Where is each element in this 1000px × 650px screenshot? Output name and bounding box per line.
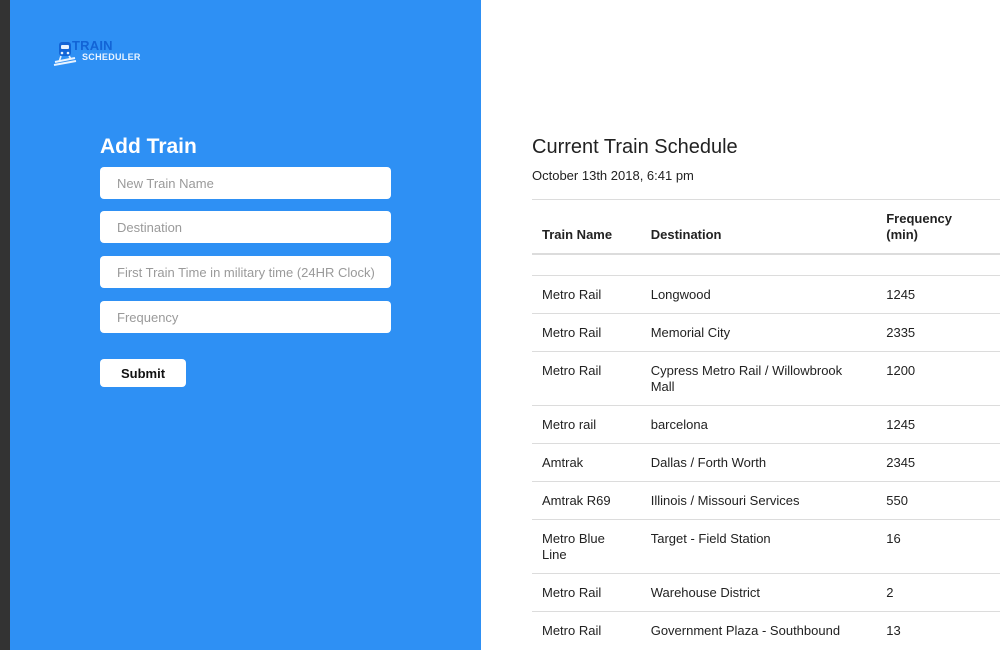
table-row: Metro rail barcelona 1245	[532, 404, 1000, 443]
cell-train-name: Metro Rail	[532, 610, 641, 649]
cell-train-name: Metro Blue Line	[532, 518, 641, 573]
schedule-panel: Current Train Schedule October 13th 2018…	[481, 0, 1000, 650]
cell-frequency: 1200	[876, 350, 1000, 405]
schedule-title: Current Train Schedule	[532, 136, 738, 158]
cell-frequency: 2335	[876, 312, 1000, 351]
cell-frequency: 16	[876, 518, 1000, 573]
cell-train-name: Metro Rail	[532, 350, 641, 405]
table-row: Metro Rail Cypress Metro Rail / Willowbr…	[532, 350, 1000, 405]
window-edge	[0, 0, 10, 650]
cell-frequency: 2345	[876, 442, 1000, 481]
cell-train-name: Metro Rail	[532, 572, 641, 611]
logo-text-train: TRAIN	[72, 38, 113, 53]
cell-frequency: 2	[876, 572, 1000, 611]
schedule-table: Train Name Destination Frequency (min) M…	[532, 199, 1000, 649]
cell-train-name: Metro Rail	[532, 312, 641, 351]
frequency-input[interactable]	[100, 301, 391, 333]
table-row: Metro Blue Line Target - Field Station 1…	[532, 518, 1000, 573]
first-train-time-input[interactable]	[100, 256, 391, 288]
table-row: Metro Rail Government Plaza - Southbound…	[532, 610, 1000, 649]
destination-input[interactable]	[100, 211, 391, 243]
cell-train-name: Metro Rail	[532, 274, 641, 313]
submit-button[interactable]: Submit	[100, 359, 186, 387]
cell-destination: Longwood	[640, 274, 877, 313]
app-logo[interactable]: TRAIN SCHEDULER	[53, 38, 153, 68]
cell-destination: Dallas / Forth Worth	[640, 442, 877, 481]
column-header-frequency: Frequency (min)	[876, 199, 1000, 255]
cell-destination: Cypress Metro Rail / Willowbrook Mall	[640, 350, 877, 405]
column-header-destination: Destination	[640, 199, 877, 255]
table-row: Amtrak R69 Illinois / Missouri Services …	[532, 480, 1000, 519]
table-row: Metro Rail Longwood 1245	[532, 274, 1000, 313]
cell-train-name: Metro rail	[532, 404, 641, 443]
table-row: Amtrak Dallas / Forth Worth 2345	[532, 442, 1000, 481]
schedule-date: October 13th 2018, 6:41 pm	[532, 168, 694, 183]
add-train-panel: TRAIN SCHEDULER Add Train Submit	[10, 0, 481, 650]
schedule-table-wrap: Train Name Destination Frequency (min) M…	[532, 199, 1000, 649]
cell-destination: Government Plaza - Southbound	[640, 610, 877, 649]
logo-text-scheduler: SCHEDULER	[82, 52, 141, 62]
form-title: Add Train	[100, 135, 197, 158]
cell-frequency: 1245	[876, 404, 1000, 443]
cell-destination: Warehouse District	[640, 572, 877, 611]
train-name-input[interactable]	[100, 167, 391, 199]
cell-destination: Target - Field Station	[640, 518, 877, 573]
cell-destination: Memorial City	[640, 312, 877, 351]
table-row: Metro Rail Warehouse District 2	[532, 572, 1000, 611]
cell-train-name: Amtrak R69	[532, 480, 641, 519]
cell-destination: Illinois / Missouri Services	[640, 480, 877, 519]
cell-frequency: 13	[876, 610, 1000, 649]
column-header-train-name: Train Name	[532, 199, 641, 255]
table-row: Metro Rail Memorial City 2335	[532, 312, 1000, 351]
cell-frequency: 550	[876, 480, 1000, 519]
cell-frequency: 1245	[876, 274, 1000, 313]
cell-destination: barcelona	[640, 404, 877, 443]
table-header-row: Train Name Destination Frequency (min)	[532, 199, 1000, 255]
cell-train-name: Amtrak	[532, 442, 641, 481]
table-spacer-row	[532, 253, 1000, 275]
